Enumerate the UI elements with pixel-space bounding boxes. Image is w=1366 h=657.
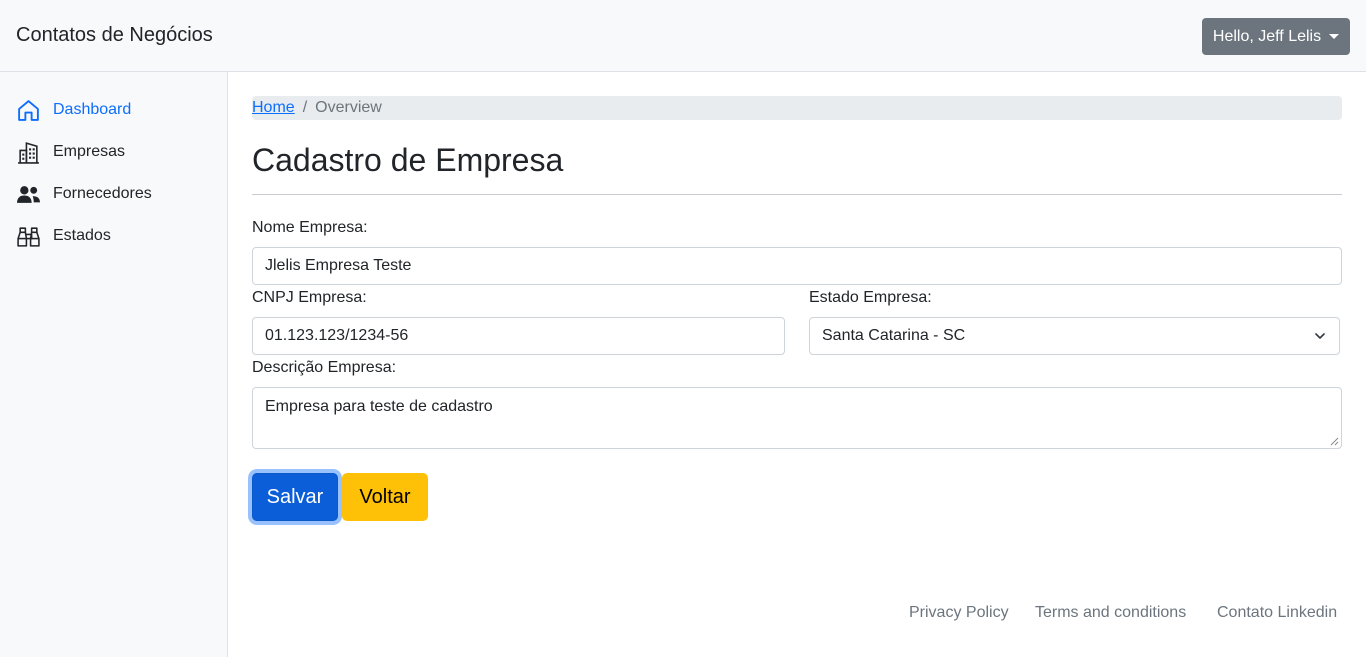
descricao-empresa-textarea[interactable]: Empresa para teste de cadastro xyxy=(252,387,1342,449)
brand-title[interactable]: Contatos de Negócios xyxy=(16,24,213,47)
title-divider xyxy=(252,194,1342,195)
breadcrumb: Home / Overview xyxy=(252,96,1342,120)
sidebar-item-fornecedores[interactable]: Fornecedores xyxy=(16,179,152,209)
sidebar-item-estados[interactable]: Estados xyxy=(16,221,111,251)
terms-conditions-link[interactable]: Terms and conditions xyxy=(1035,604,1186,622)
user-menu-label: Hello, Jeff Lelis xyxy=(1212,27,1322,45)
breadcrumb-current: Overview xyxy=(315,99,382,116)
privacy-policy-link[interactable]: Privacy Policy xyxy=(909,604,1009,622)
descricao-empresa-value: Empresa para teste de cadastro xyxy=(265,398,493,415)
sidebar-item-label: Estados xyxy=(53,227,111,244)
estado-empresa-select[interactable]: Santa Catarina - SC xyxy=(809,317,1340,355)
nome-empresa-input[interactable]: Jlelis Empresa Teste xyxy=(252,247,1342,285)
descricao-empresa-label: Descrição Empresa: xyxy=(252,359,397,376)
sidebar-item-label: Dashboard xyxy=(53,101,132,118)
sidebar-item-label: Fornecedores xyxy=(53,185,152,202)
top-navbar: Contatos de Negócios Hello, Jeff Lelis xyxy=(0,0,1366,72)
user-menu-button[interactable]: Hello, Jeff Lelis xyxy=(1202,18,1350,55)
page-title: Cadastro de Empresa xyxy=(252,142,564,178)
save-button[interactable]: Salvar xyxy=(252,473,338,521)
caret-down-icon xyxy=(1329,34,1340,39)
cnpj-empresa-label: CNPJ Empresa: xyxy=(252,289,367,306)
estado-empresa-label: Estado Empresa: xyxy=(809,289,932,306)
contato-linkedin-link[interactable]: Contato Linkedin xyxy=(1217,604,1337,622)
building-icon xyxy=(18,141,39,164)
chevron-down-icon xyxy=(1315,333,1325,339)
sidebar: Dashboard Empresas Fornecedores Estados xyxy=(0,72,228,657)
nome-empresa-value: Jlelis Empresa Teste xyxy=(265,257,412,274)
breadcrumb-separator: / xyxy=(302,99,308,116)
resize-handle-icon[interactable] xyxy=(1330,437,1339,446)
main-content: Home / Overview Cadastro de Empresa Nome… xyxy=(228,72,1366,657)
back-button[interactable]: Voltar xyxy=(342,473,428,521)
breadcrumb-home-link[interactable]: Home xyxy=(252,99,295,117)
sidebar-item-dashboard[interactable]: Dashboard xyxy=(16,95,131,125)
people-icon xyxy=(17,185,40,203)
home-icon xyxy=(18,99,39,121)
binoculars-icon xyxy=(17,226,40,247)
sidebar-item-label: Empresas xyxy=(53,143,126,160)
cnpj-empresa-value: 01.123.123/1234-56 xyxy=(265,327,409,344)
estado-empresa-value: Santa Catarina - SC xyxy=(822,327,966,344)
nome-empresa-label: Nome Empresa: xyxy=(252,219,368,236)
cnpj-empresa-input[interactable]: 01.123.123/1234-56 xyxy=(252,317,785,355)
sidebar-item-empresas[interactable]: Empresas xyxy=(16,137,125,167)
